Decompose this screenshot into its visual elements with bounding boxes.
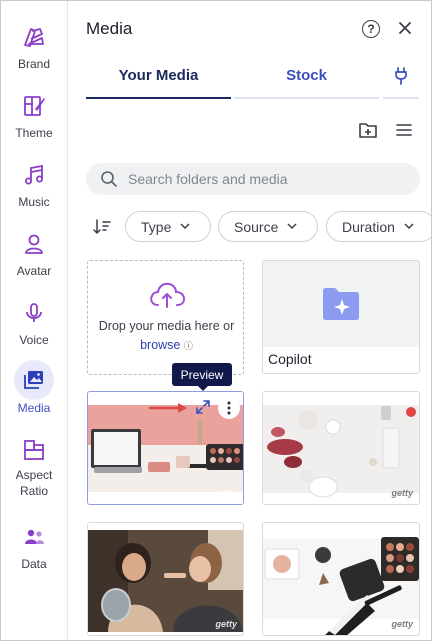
data-icon xyxy=(20,523,48,551)
search-bar xyxy=(86,163,420,195)
preview-tooltip: Preview xyxy=(172,363,232,391)
sidebar-item-media[interactable]: Media xyxy=(1,360,67,432)
sidebar-item-label: Voice xyxy=(19,333,49,347)
filter-source-label: Source xyxy=(234,218,279,235)
watermark-text: getty xyxy=(215,488,237,498)
cloud-upload-icon xyxy=(150,282,186,308)
sidebar-item-label: Avatar xyxy=(16,264,52,278)
close-icon[interactable] xyxy=(396,19,414,37)
plug-icon xyxy=(393,67,409,89)
media-card[interactable]: getty xyxy=(262,391,420,505)
watermark-text: getty xyxy=(391,619,413,629)
sidebar-item-label: Music xyxy=(18,195,50,209)
sidebar-item-music[interactable]: Music xyxy=(1,161,67,227)
more-options-icon[interactable] xyxy=(218,397,240,419)
media-card[interactable]: getty xyxy=(262,522,420,636)
chevron-down-icon xyxy=(180,223,190,230)
chevron-down-icon xyxy=(287,223,297,230)
media-tabs: Your Media Stock xyxy=(86,67,419,99)
aspect-ratio-icon xyxy=(20,437,48,462)
dropzone-text: Drop your media here or browse ⓘ xyxy=(88,317,245,356)
main-panel: Media ? Your Media Stock Search folders … xyxy=(68,1,431,640)
watermark-text: getty xyxy=(391,488,413,498)
sidebar-item-label: Aspect Ratio xyxy=(15,468,53,498)
search-input[interactable] xyxy=(128,171,398,187)
sidebar-item-avatar[interactable]: Avatar xyxy=(1,230,67,296)
tab-stock[interactable]: Stock xyxy=(234,67,379,99)
sparkle-folder-icon xyxy=(323,288,359,320)
sidebar-item-label: Data xyxy=(21,557,47,571)
folder-name: Copilot xyxy=(268,351,312,367)
avatar-icon xyxy=(20,230,48,258)
folder-card-copilot[interactable]: Copilot xyxy=(262,260,420,374)
tab-your-media[interactable]: Your Media xyxy=(86,67,231,99)
info-icon[interactable]: ⓘ xyxy=(184,341,193,351)
pointer-arrow-icon xyxy=(148,401,188,413)
sidebar: Brand Theme Music Avatar Voice Media Asp… xyxy=(1,1,68,640)
add-folder-icon[interactable] xyxy=(358,121,378,139)
music-icon xyxy=(20,161,48,189)
menu-icon[interactable] xyxy=(395,122,413,138)
watermark-text: getty xyxy=(215,619,237,629)
media-icon xyxy=(14,360,54,400)
folder-thumbnail xyxy=(263,261,419,347)
panel-title: Media xyxy=(86,19,133,38)
search-icon xyxy=(100,170,118,188)
media-panel: Brand Theme Music Avatar Voice Media Asp… xyxy=(0,0,432,641)
sidebar-item-voice[interactable]: Voice xyxy=(1,299,67,365)
media-card[interactable]: getty xyxy=(87,522,244,636)
sidebar-item-brand[interactable]: Brand xyxy=(1,23,67,89)
filter-bar: Type Source Duration xyxy=(86,211,431,243)
voice-icon xyxy=(20,299,48,327)
chevron-down-icon xyxy=(404,223,414,230)
browse-link[interactable]: browse xyxy=(140,338,180,352)
upload-dropzone[interactable]: Drop your media here or browse ⓘ xyxy=(87,260,244,375)
theme-icon xyxy=(20,92,48,120)
filter-duration-label: Duration xyxy=(342,218,395,235)
filter-type[interactable]: Type xyxy=(125,211,211,242)
expand-icon[interactable] xyxy=(194,398,212,416)
sidebar-item-data[interactable]: Data xyxy=(1,523,67,589)
filter-duration[interactable]: Duration xyxy=(326,211,431,242)
sidebar-item-label: Brand xyxy=(17,57,51,71)
brand-icon xyxy=(20,23,48,51)
filter-source[interactable]: Source xyxy=(218,211,318,242)
sidebar-item-theme[interactable]: Theme xyxy=(1,92,67,158)
dropzone-label: Drop your media here or xyxy=(98,319,235,333)
tab-integrations[interactable] xyxy=(383,67,419,99)
sidebar-item-label: Media xyxy=(17,401,51,415)
filter-type-label: Type xyxy=(141,218,172,235)
sidebar-item-label: Theme xyxy=(15,126,53,140)
sidebar-item-aspect-ratio[interactable]: Aspect Ratio xyxy=(1,437,67,499)
help-icon[interactable]: ? xyxy=(362,20,380,38)
media-card[interactable]: getty xyxy=(87,391,244,505)
sort-icon[interactable] xyxy=(92,218,112,236)
